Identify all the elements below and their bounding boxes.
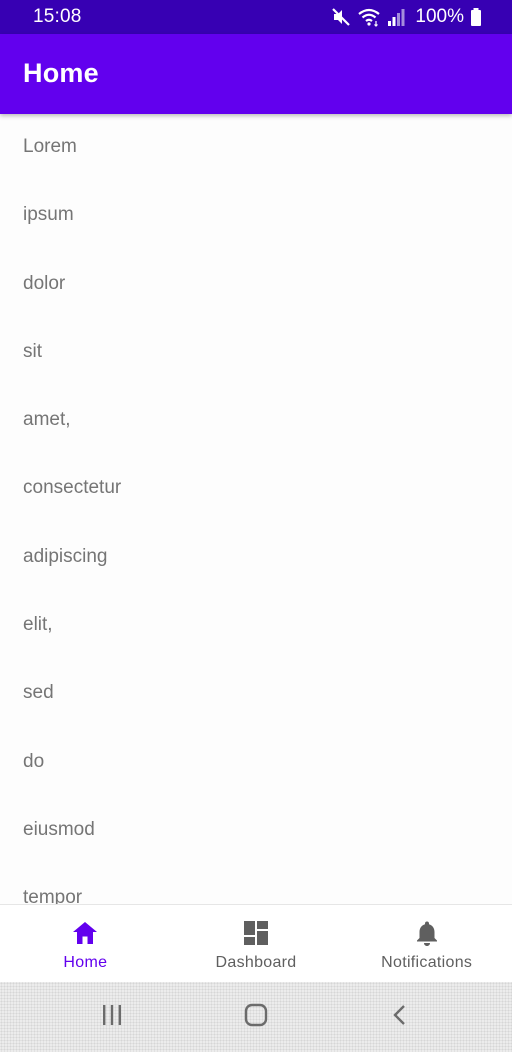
list-item[interactable]: Lorem (0, 114, 512, 182)
wifi-icon (357, 7, 381, 27)
list-item[interactable]: elit, (0, 592, 512, 660)
app-bar: Home (0, 34, 512, 114)
back-button[interactable] (370, 987, 430, 1047)
mute-icon (331, 7, 351, 27)
nav-item-home[interactable]: Home (0, 905, 171, 982)
nav-item-notifications[interactable]: Notifications (341, 905, 512, 982)
list-item[interactable]: sit (0, 319, 512, 387)
phone-screen: 15:08 100% Home Lorem ipsum dolor sit am… (0, 0, 512, 1052)
dashboard-icon (241, 918, 271, 948)
home-button-icon (243, 1002, 269, 1033)
status-bar: 15:08 100% (0, 0, 512, 34)
recent-apps-icon (100, 1003, 124, 1032)
status-time: 15:08 (33, 6, 82, 27)
nav-item-dashboard[interactable]: Dashboard (171, 905, 342, 982)
recent-apps-button[interactable] (82, 987, 142, 1047)
word-list[interactable]: Lorem ipsum dolor sit amet, consectetur … (0, 114, 512, 904)
system-home-button[interactable] (226, 987, 286, 1047)
battery-icon (470, 7, 482, 27)
nav-label-home: Home (63, 954, 108, 971)
bell-icon (412, 918, 442, 948)
bottom-navigation: Home Dashboard Notifications (0, 904, 512, 982)
signal-icon (387, 7, 405, 27)
battery-percent: 100% (415, 6, 464, 27)
list-item[interactable]: tempor (0, 865, 512, 904)
page-title: Home (23, 58, 99, 88)
list-item[interactable]: dolor (0, 251, 512, 319)
status-icons: 100% (331, 6, 482, 28)
list-item[interactable]: adipiscing (0, 524, 512, 592)
nav-label-dashboard: Dashboard (215, 954, 297, 971)
list-item[interactable]: ipsum (0, 182, 512, 250)
system-navigation-bar (0, 982, 512, 1052)
nav-label-notifications: Notifications (381, 954, 473, 971)
list-item[interactable]: sed (0, 660, 512, 728)
list-item[interactable]: do (0, 729, 512, 797)
list-item[interactable]: eiusmod (0, 797, 512, 865)
list-item[interactable]: amet, (0, 387, 512, 455)
word-list-items: Lorem ipsum dolor sit amet, consectetur … (0, 114, 512, 904)
list-item[interactable]: consectetur (0, 455, 512, 523)
back-icon (388, 1003, 412, 1032)
home-icon (70, 918, 100, 948)
